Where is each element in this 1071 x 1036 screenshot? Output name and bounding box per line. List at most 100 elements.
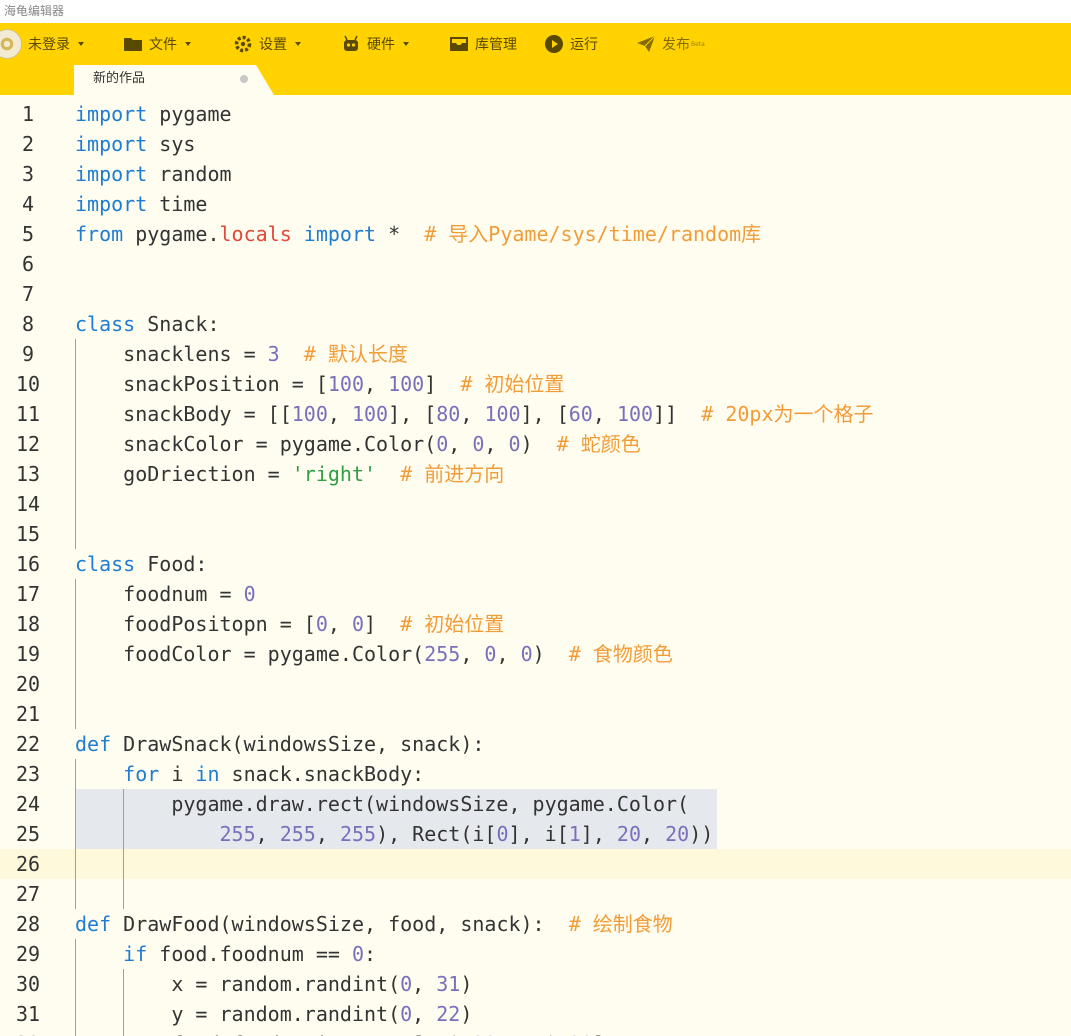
code-line[interactable]: 6 — [0, 249, 1071, 279]
library-button[interactable]: 库管理 — [449, 23, 517, 65]
line-number: 32 — [0, 1029, 56, 1036]
line-number: 1 — [21, 102, 35, 126]
code-line[interactable]: 5 from pygame.locals import * # 导入Pyame/s… — [0, 219, 1071, 249]
code-line[interactable]: 4 import time — [0, 189, 1071, 219]
chevron-down-icon — [185, 42, 191, 46]
publish-button[interactable]: 发布 Beta — [636, 23, 705, 65]
code-text: snackPosition = [100, 100] # 初始位置 — [75, 372, 565, 396]
tab-label: 新的作品 — [93, 71, 146, 86]
code-line[interactable]: 8 class Snack: — [0, 309, 1071, 339]
code-text: x = random.randint(0, 31) — [75, 972, 473, 996]
code-line[interactable]: 17 foodnum = 0 — [0, 579, 1071, 609]
line-number: 14 — [15, 492, 41, 516]
code-text: snacklens = 3 # 默认长度 — [75, 342, 408, 366]
indent-guide — [75, 579, 76, 729]
line-number: 21 — [15, 702, 41, 726]
line-number: 4 — [21, 192, 35, 216]
line-number: 13 — [15, 462, 41, 486]
indent-guide — [123, 789, 125, 909]
line-number: 20 — [15, 672, 41, 696]
chevron-down-icon — [295, 42, 301, 46]
chevron-down-icon — [403, 42, 409, 46]
code-text: def DrawSnack(windowsSize, snack): — [75, 732, 485, 756]
beta-badge: Beta — [691, 40, 705, 48]
code-text: class Food: — [75, 552, 208, 576]
code-line[interactable]: 1 import pygame — [0, 99, 1071, 129]
line-number: 15 — [15, 522, 41, 546]
line-number: 31 — [15, 1002, 41, 1026]
code-line[interactable]: 15 — [0, 519, 1071, 549]
code-text: y = random.randint(0, 22) — [75, 1002, 473, 1026]
code-line[interactable]: 19 foodColor = pygame.Color(255, 0, 0) #… — [0, 639, 1071, 669]
line-number: 2 — [21, 132, 35, 156]
code-line[interactable]: 23 for i in snack.snackBody: — [0, 759, 1071, 789]
code-text: food.foodPositopn = [x * 20, y * 20] — [75, 1029, 605, 1036]
code-line[interactable]: 9 snacklens = 3 # 默认长度 — [0, 339, 1071, 369]
toolbar: 未登录 文件 设置 硬件 库管理 运行 发布 Beta — [0, 23, 1071, 65]
code-line[interactable]: 13 goDriection = 'right' # 前进方向 — [0, 459, 1071, 489]
code-line[interactable]: 11 snackBody = [[100, 100], [80, 100], [… — [0, 399, 1071, 429]
code-line[interactable]: 20 — [0, 669, 1071, 699]
code-text: class Snack: — [75, 312, 220, 336]
settings-menu[interactable]: 设置 — [233, 23, 301, 65]
code-line[interactable]: 26 — [0, 849, 1071, 879]
file-menu[interactable]: 文件 — [123, 23, 191, 65]
library-button-label: 库管理 — [475, 37, 517, 53]
paper-plane-icon — [636, 34, 656, 54]
code-line[interactable]: 27 — [0, 879, 1071, 909]
publish-button-label: 发布 — [662, 37, 690, 53]
code-line[interactable]: 22 def DrawSnack(windowsSize, snack): — [0, 729, 1071, 759]
code-line[interactable]: 18 foodPositopn = [0, 0] # 初始位置 — [0, 609, 1071, 639]
line-number: 16 — [15, 552, 41, 576]
code-line[interactable]: 25 255, 255, 255), Rect(i[0], i[1], 20, … — [0, 819, 1071, 849]
tab-strip: 新的作品 — [0, 65, 1071, 95]
line-number: 17 — [15, 582, 41, 606]
code-line[interactable]: 2 import sys — [0, 129, 1071, 159]
login-label: 未登录 — [28, 37, 70, 53]
line-number: 6 — [21, 252, 35, 276]
unsaved-dot-icon[interactable] — [240, 75, 248, 83]
code-editor[interactable]: 1 import pygame 2 import sys 3 import random 4… — [0, 95, 1071, 1036]
code-line[interactable]: 31 y = random.randint(0, 22) — [0, 999, 1071, 1029]
code-line[interactable]: 30 x = random.randint(0, 31) — [0, 969, 1071, 999]
code-line[interactable]: 28 def DrawFood(windowsSize, food, snack)… — [0, 909, 1071, 939]
line-number: 12 — [15, 432, 41, 456]
line-number: 19 — [15, 642, 41, 666]
line-number: 28 — [15, 912, 41, 936]
code-line[interactable]: 7 — [0, 279, 1071, 309]
line-number: 10 — [15, 372, 41, 396]
code-line[interactable]: 3 import random — [0, 159, 1071, 189]
line-number: 7 — [21, 282, 35, 306]
line-number: 29 — [15, 942, 41, 966]
indent-guide — [75, 339, 76, 549]
code-text: if food.foodnum == 0: — [123, 942, 377, 966]
code-line[interactable]: 12 snackColor = pygame.Color(0, 0, 0) # … — [0, 429, 1071, 459]
code-text: foodPositopn = [0, 0] # 初始位置 — [75, 612, 505, 636]
line-number: 30 — [15, 972, 41, 996]
indent-guide — [75, 939, 76, 1036]
indent-guide — [75, 759, 76, 909]
folder-icon — [123, 34, 143, 54]
login-menu[interactable]: 未登录 — [0, 23, 84, 65]
play-icon — [544, 34, 564, 54]
indent-guide — [123, 969, 125, 1036]
line-number: 11 — [15, 402, 41, 426]
robot-icon — [341, 34, 361, 54]
tab-new-work[interactable]: 新的作品 — [74, 65, 274, 95]
code-text: snackColor = pygame.Color(0, 0, 0) # 蛇颜色 — [75, 432, 641, 456]
code-line[interactable]: 21 — [0, 699, 1071, 729]
code-line[interactable]: 10 snackPosition = [100, 100] # 初始位置 — [0, 369, 1071, 399]
code-text: foodnum = 0 — [75, 582, 256, 606]
line-number: 9 — [21, 342, 35, 366]
code-text: pygame.draw.rect(windowsSize, pygame.Col… — [75, 792, 690, 816]
hardware-menu[interactable]: 硬件 — [341, 23, 409, 65]
code-line[interactable]: 32 food.foodPositopn = [x * 20, y * 20] — [0, 1029, 1071, 1036]
run-button[interactable]: 运行 — [544, 23, 598, 65]
code-line[interactable]: 24 pygame.draw.rect(windowsSize, pygame.… — [0, 789, 1071, 819]
line-number: 23 — [15, 762, 41, 786]
line-number: 25 — [15, 822, 41, 846]
code-line[interactable]: 29 if food.foodnum == 0: — [0, 939, 1071, 969]
code-text: 255, 255, 255), Rect(i[0], i[1], 20, 20)… — [219, 822, 714, 846]
code-line[interactable]: 16 class Food: — [0, 549, 1071, 579]
code-line[interactable]: 14 — [0, 489, 1071, 519]
